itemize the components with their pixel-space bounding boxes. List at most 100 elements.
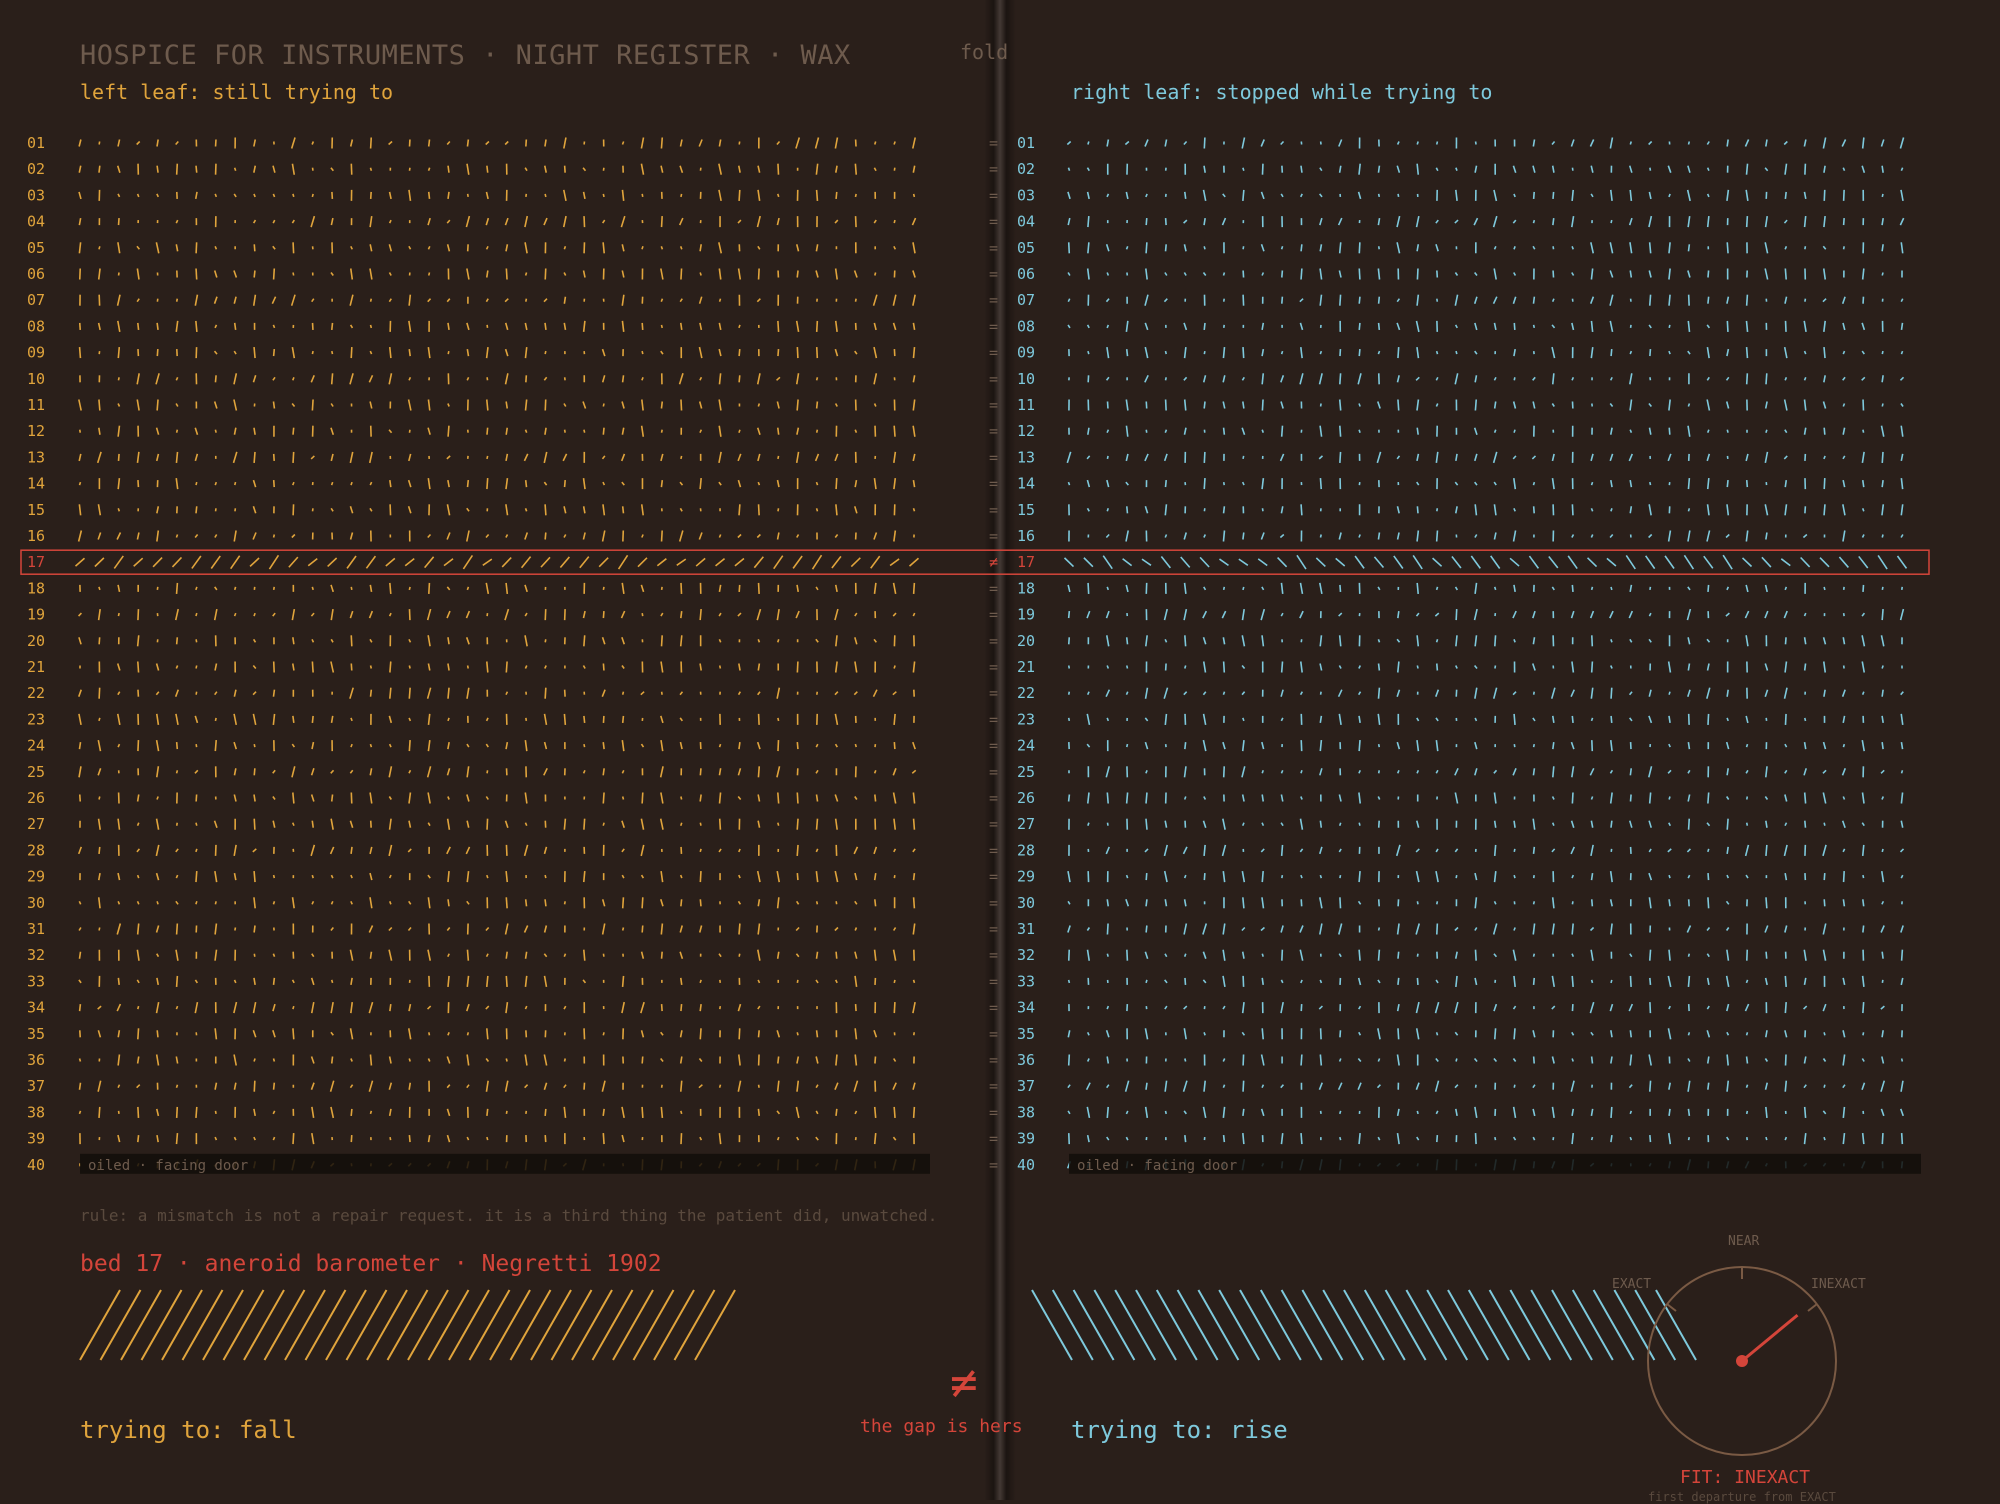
register-mark (680, 218, 683, 225)
register-mark (1106, 611, 1108, 618)
register-mark (231, 556, 240, 569)
register-mark (739, 349, 740, 356)
register-mark (1882, 480, 1883, 487)
register-mark (1106, 535, 1109, 538)
register-mark (273, 954, 274, 957)
register-mark (700, 1004, 701, 1011)
register-mark (758, 871, 760, 882)
register-mark (1377, 452, 1380, 463)
register-mark (680, 952, 682, 959)
register-mark (1592, 1057, 1593, 1064)
register-mark (875, 404, 876, 407)
register-mark (778, 718, 779, 721)
register-mark (1165, 454, 1167, 461)
register-mark (1204, 1032, 1205, 1035)
register-mark (1514, 508, 1515, 511)
register-mark (836, 404, 838, 407)
rise-hatch (1552, 1290, 1592, 1360)
register-mark (1630, 373, 1632, 384)
register-mark (1320, 478, 1321, 489)
register-mark (893, 1137, 895, 1140)
register-mark (545, 269, 546, 280)
register-mark (1611, 508, 1612, 511)
register-mark (1261, 609, 1264, 620)
register-mark (757, 609, 760, 620)
register-mark (893, 295, 895, 306)
register-mark (1688, 664, 1689, 671)
register-mark (874, 347, 876, 358)
register-mark (1184, 323, 1186, 330)
register-mark (874, 373, 876, 384)
register-mark (1067, 142, 1070, 145)
register-mark (719, 190, 721, 201)
register-mark (1145, 375, 1148, 382)
register-mark (1203, 692, 1205, 695)
register-mark (1340, 426, 1341, 437)
register-mark (99, 797, 100, 800)
register-mark (584, 321, 585, 332)
register-mark (1165, 140, 1166, 147)
match-symbol: = (989, 894, 998, 912)
register-mark (447, 768, 449, 775)
register-mark (312, 400, 313, 411)
register-mark (1630, 1137, 1631, 1140)
register-mark (583, 980, 585, 983)
register-mark (817, 795, 818, 802)
register-mark (777, 377, 780, 380)
register-mark (1843, 1030, 1845, 1037)
register-mark (700, 980, 701, 983)
register-mark (719, 452, 721, 463)
register-mark (1262, 478, 1263, 489)
register-mark (1766, 952, 1767, 959)
register-mark (235, 980, 236, 983)
register-mark (1494, 954, 1496, 957)
register-mark (1437, 1135, 1438, 1142)
rise-hatch (1136, 1290, 1176, 1360)
register-mark (1630, 351, 1631, 354)
register-mark (699, 347, 701, 358)
rise-hatch (1178, 1290, 1218, 1360)
register-mark (1088, 583, 1089, 594)
register-mark (157, 664, 159, 671)
register-mark (1669, 1006, 1670, 1009)
register-mark (641, 819, 643, 830)
register-mark (1243, 952, 1244, 959)
register-mark (1762, 557, 1771, 567)
register-mark (1243, 740, 1244, 751)
register-mark (389, 1083, 391, 1090)
register-mark (119, 218, 120, 225)
register-mark (1262, 244, 1264, 251)
register-mark (700, 823, 701, 826)
register-mark (642, 400, 643, 411)
register-mark (1630, 821, 1632, 828)
register-mark (1262, 978, 1263, 985)
register-mark (1534, 192, 1535, 199)
register-mark (1766, 897, 1767, 908)
register-mark (1301, 504, 1302, 515)
register-mark (1650, 482, 1651, 485)
register-mark (312, 795, 314, 802)
register-mark (1397, 742, 1399, 749)
register-mark (1281, 795, 1282, 802)
register-mark (1126, 1081, 1129, 1092)
register-mark (1669, 823, 1671, 826)
register-mark (1107, 899, 1108, 906)
register-mark (1087, 508, 1089, 511)
register-mark (1510, 558, 1519, 566)
register-mark (1823, 770, 1826, 773)
register-mark (1843, 899, 1844, 906)
register-mark (1106, 847, 1109, 854)
register-mark (196, 823, 197, 826)
register-mark (1417, 482, 1419, 485)
register-mark (526, 899, 527, 906)
register-mark (1184, 377, 1187, 380)
register-mark (1123, 559, 1132, 566)
register-mark (1533, 1085, 1535, 1088)
register-mark (1417, 321, 1419, 332)
register-mark (525, 845, 528, 856)
register-mark (331, 847, 334, 854)
register-mark (1765, 664, 1767, 671)
register-mark (1146, 819, 1147, 830)
register-mark (1300, 583, 1302, 594)
fall-hatch (449, 1290, 489, 1360)
